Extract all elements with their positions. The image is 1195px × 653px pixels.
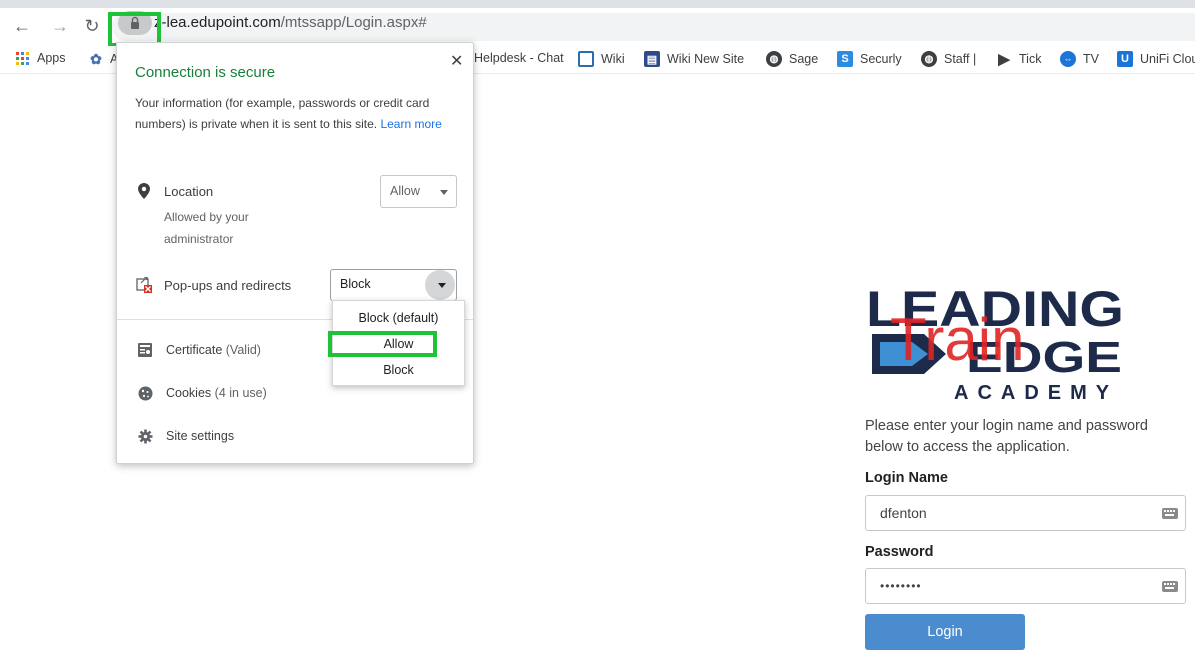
login-button[interactable]: Login [865, 614, 1025, 650]
location-sub: Allowed by your administrator [164, 210, 249, 246]
gear-icon [137, 428, 153, 444]
bookmark-wiki[interactable]: Wiki [578, 51, 625, 67]
login-name-field[interactable]: dfenton [865, 495, 1186, 531]
keyboard-icon[interactable] [1161, 504, 1179, 522]
bookmark-label: Securly [860, 52, 902, 66]
gear-puzzle-icon: ✿ [90, 50, 102, 67]
chevron-down-icon [438, 283, 446, 288]
cookie-icon [137, 385, 153, 401]
apps-grid-icon [16, 51, 29, 65]
location-pin-icon [136, 183, 152, 199]
teamviewer-icon: ⇔ [1060, 51, 1076, 67]
connection-description: Your information (for example, passwords… [135, 93, 457, 135]
keyboard-icon[interactable] [1161, 577, 1179, 595]
bookmark-staff[interactable]: ◍ Staff | [921, 51, 976, 67]
certificate-icon [137, 342, 153, 358]
popups-select-value: Block [340, 277, 371, 291]
password-value: •••••••• [880, 579, 922, 593]
site-info-popup: Connection is secure ✕ Your information … [116, 42, 474, 464]
svg-text:ACADEMY: ACADEMY [954, 382, 1118, 400]
svg-text:Train: Train [890, 306, 1024, 373]
certificate-row[interactable]: Certificate (Valid) [166, 343, 261, 357]
bookmark-label: Sage [789, 52, 819, 66]
login-instructions: Please enter your login name and passwor… [865, 418, 1148, 455]
bookmark-label: Tick [1019, 52, 1042, 66]
popups-select[interactable]: Block [330, 269, 457, 301]
bookmark-label: Apps [37, 51, 66, 65]
popup-blocked-icon [136, 277, 152, 293]
login-name-value: dfenton [880, 505, 927, 521]
globe-icon: ◍ [921, 51, 937, 67]
bookmark-label: UniFi Clou [1140, 52, 1195, 66]
leading-edge-logo: LEADING EDGE ACADEMY Train [866, 281, 1128, 404]
bookmark-tick[interactable]: ▶ Tick [996, 51, 1042, 68]
bookmark-wiki-new-site[interactable]: ▤ Wiki New Site [644, 51, 744, 67]
forward-arrow-icon[interactable]: → [50, 16, 70, 36]
url-text[interactable]: z-lea.edupoint.com/mtssapp/Login.aspx# [154, 14, 427, 31]
highlight-box-allow [328, 331, 437, 357]
site-settings-link[interactable]: Site settings [166, 429, 234, 443]
location-label: Location [164, 184, 214, 199]
tab-strip [0, 0, 1195, 8]
bookmark-a[interactable]: ✿ A [88, 51, 118, 67]
bookmark-label: Wiki [601, 52, 625, 66]
wiki-new-icon: ▤ [644, 51, 660, 67]
bookmark-label: Staff | [944, 52, 977, 66]
password-field[interactable]: •••••••• [865, 568, 1186, 604]
bookmark-securly[interactable]: S Securly [837, 51, 902, 67]
certificate-label: Certificate [166, 343, 223, 357]
bookmark-label: Helpdesk - Chat [474, 51, 564, 65]
connection-secure-title: Connection is secure [135, 64, 276, 81]
logo-graphic: LEADING EDGE ACADEMY Train [866, 281, 1124, 404]
location-select-value: Allow [390, 184, 420, 198]
bookmark-unifi[interactable]: U UniFi Clou [1117, 51, 1195, 67]
password-label: Password [865, 544, 934, 560]
bookmark-helpdesk-chat[interactable]: Helpdesk - Chat [474, 51, 564, 65]
bookmark-apps[interactable]: Apps [16, 51, 66, 65]
option-block[interactable]: Block [333, 363, 464, 377]
reload-icon[interactable]: ↻ [82, 16, 102, 36]
tick-icon: ▶ [998, 51, 1010, 68]
bookmark-tv[interactable]: ⇔ TV [1060, 51, 1099, 67]
option-block-default[interactable]: Block (default) [333, 311, 464, 325]
login-name-label: Login Name [865, 470, 948, 486]
back-arrow-icon[interactable]: ← [12, 16, 32, 36]
cookies-row[interactable]: Cookies (4 in use) [166, 386, 267, 400]
bookmark-label: Wiki New Site [667, 52, 745, 66]
chevron-down-icon [440, 190, 448, 195]
location-select[interactable]: Allow [380, 175, 457, 208]
bookmark-sage[interactable]: ◍ Sage [766, 51, 818, 67]
certificate-status: (Valid) [225, 343, 261, 357]
securly-icon: S [837, 51, 853, 67]
bookmark-label: TV [1083, 52, 1099, 66]
close-icon[interactable]: ✕ [450, 51, 463, 71]
popups-label: Pop-ups and redirects [164, 278, 292, 293]
learn-more-link[interactable]: Learn more [380, 117, 441, 131]
wiki-icon [578, 51, 594, 67]
cookies-status: (4 in use) [214, 386, 267, 400]
unifi-icon: U [1117, 51, 1133, 67]
cookies-label: Cookies [166, 386, 212, 400]
globe-icon: ◍ [766, 51, 782, 67]
